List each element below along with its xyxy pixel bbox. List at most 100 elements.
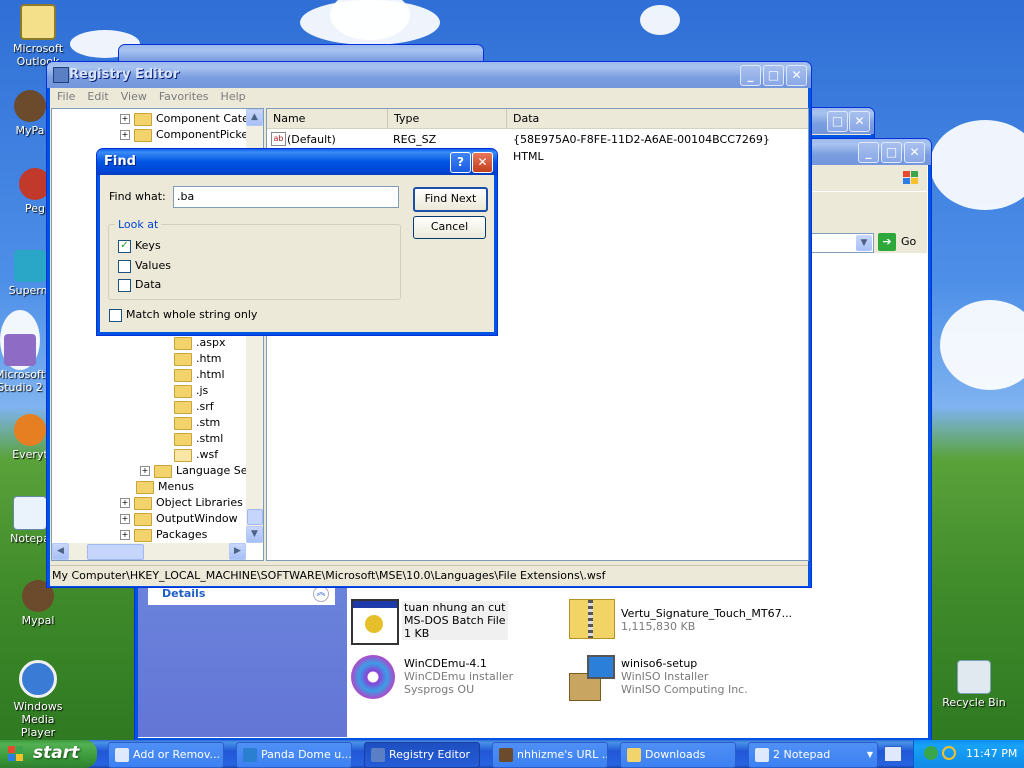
folder-icon [136, 480, 154, 494]
tree-item[interactable]: + Packages [120, 528, 207, 544]
desktop-icon-outlook[interactable]: Microsoft Outlook [3, 4, 73, 68]
tree-item[interactable]: .htm [174, 352, 222, 368]
tree-item[interactable]: + OutputWindow [120, 512, 238, 528]
file-item[interactable]: Vertu_Signature_Touch_MT67... 1,115,830 … [567, 599, 797, 647]
expand-icon[interactable]: + [120, 114, 130, 124]
column-header-name[interactable]: Name [267, 109, 388, 129]
clock[interactable]: 11:47 PM [966, 747, 1017, 760]
string-value-icon: ab [271, 132, 286, 146]
status-path: My Computer\HKEY_LOCAL_MACHINE\SOFTWARE\… [52, 569, 606, 582]
dialog-title: Find [104, 154, 136, 169]
regedit-icon [53, 67, 69, 83]
keys-checkbox[interactable]: ✓ Keys [118, 239, 161, 253]
tree-item[interactable]: .stml [174, 432, 223, 448]
system-tray: 11:47 PM [913, 740, 1024, 768]
scroll-thumb[interactable] [247, 509, 263, 525]
minimize-button[interactable]: _ [740, 65, 761, 86]
file-name: WinCDEmu-4.1 [404, 657, 487, 670]
window-title: Registry Editor [69, 67, 180, 82]
expand-icon[interactable]: + [120, 530, 130, 540]
tree-item[interactable]: Menus [136, 480, 194, 496]
menu-favorites[interactable]: Favorites [153, 88, 215, 103]
collapse-icon[interactable]: ︽ [313, 586, 329, 602]
go-arrow-icon[interactable]: ➔ [878, 233, 896, 251]
file-size: 1 KB [404, 627, 430, 640]
desktop-icon-studio[interactable]: Microsoft Studio 2 [0, 334, 50, 394]
menu-view[interactable]: View [115, 88, 153, 103]
taskbar-button-downloads[interactable]: Downloads [620, 742, 736, 768]
scroll-down-icon[interactable]: ▼ [246, 526, 263, 543]
menu-help[interactable]: Help [215, 88, 252, 103]
scroll-right-icon[interactable]: ▶ [229, 543, 246, 560]
tree-item-selected[interactable]: .wsf [174, 448, 218, 464]
chevron-down-icon: ▼ [866, 750, 873, 759]
tree-item[interactable]: + ComponentPickerF [120, 128, 259, 144]
expand-icon[interactable]: + [120, 498, 130, 508]
cloud [640, 5, 680, 35]
tree-item[interactable]: + Language Serv [140, 464, 259, 480]
scroll-up-icon[interactable]: ▲ [246, 109, 263, 126]
keyboard-icon[interactable] [884, 746, 902, 762]
desktop-icon-media-player[interactable]: Windows Media Player [3, 660, 73, 739]
find-next-button[interactable]: Find Next [413, 187, 488, 212]
find-dialog: Find ? ✕ Find what: .ba Find Next Cancel… [96, 148, 498, 336]
values-checkbox[interactable]: Values [118, 259, 171, 273]
folder-icon [174, 432, 192, 446]
data-checkbox[interactable]: Data [118, 278, 161, 292]
close-button[interactable]: ✕ [904, 142, 925, 163]
taskbar: start Add or Remov... Panda Dome u... Re… [0, 740, 1024, 768]
go-button[interactable]: Go [901, 235, 916, 248]
scroll-thumb[interactable] [87, 544, 144, 560]
control-panel-icon [115, 748, 129, 762]
taskbar-button-url[interactable]: nhhizme's URL ... [492, 742, 608, 768]
close-button[interactable]: ✕ [786, 65, 807, 86]
tree-item[interactable]: .aspx [174, 336, 225, 352]
taskbar-button-add-remove[interactable]: Add or Remov... [108, 742, 224, 768]
tree-item[interactable]: .srf [174, 400, 214, 416]
windows-flag-icon [8, 746, 24, 762]
expand-icon[interactable]: + [120, 514, 130, 524]
close-button[interactable]: ✕ [472, 152, 493, 173]
maximize-button[interactable]: □ [827, 111, 848, 132]
taskbar-button-panda[interactable]: Panda Dome u... [236, 742, 352, 768]
find-what-input[interactable]: .ba [173, 186, 399, 208]
menu-edit[interactable]: Edit [81, 88, 114, 103]
desktop-icon-recycle-bin[interactable]: Recycle Bin [939, 660, 1009, 709]
file-item[interactable]: winiso6-setup WinISO Installer WinISO Co… [567, 655, 787, 703]
cancel-button[interactable]: Cancel [413, 216, 486, 239]
scroll-left-icon[interactable]: ◀ [52, 543, 69, 560]
tree-item[interactable]: + Object Libraries [120, 496, 243, 512]
maximize-button[interactable]: □ [881, 142, 902, 163]
taskbar-button-notepad-group[interactable]: 2 Notepad ▼ [748, 742, 878, 768]
checkmark-icon: ✓ [118, 239, 131, 253]
close-button[interactable]: ✕ [849, 111, 870, 132]
maximize-button[interactable]: □ [763, 65, 784, 86]
tree-item[interactable]: .stm [174, 416, 220, 432]
look-at-label: Look at [115, 218, 162, 231]
tree-item[interactable]: .js [174, 384, 208, 400]
expand-icon[interactable]: + [140, 466, 150, 476]
match-whole-string-checkbox[interactable]: Match whole string only [109, 308, 257, 322]
tree-horizontal-scrollbar[interactable]: ◀ ▶ [52, 543, 246, 560]
help-button[interactable]: ? [450, 152, 471, 173]
menu-file[interactable]: File [51, 88, 81, 103]
file-item[interactable]: WinCDEmu-4.1 WinCDEmu installer Sysprogs… [351, 655, 551, 703]
notepad-icon [13, 496, 47, 530]
tree-item[interactable]: + Component Categ [120, 112, 256, 128]
chevron-down-icon[interactable]: ▼ [856, 235, 872, 251]
registry-editor-titlebar[interactable]: Registry Editor _ □ ✕ [47, 62, 811, 88]
find-dialog-titlebar[interactable]: Find ? ✕ [97, 149, 497, 175]
network-icon[interactable] [924, 746, 938, 760]
search-icon[interactable] [942, 746, 956, 760]
file-item[interactable]: tuan nhung an cut MS-DOS Batch File 1 KB [351, 599, 531, 647]
start-button[interactable]: start [0, 740, 97, 768]
column-header-type[interactable]: Type [388, 109, 507, 129]
value-row[interactable]: ab (Default) REG_SZ {58E975A0-F8FE-11D2-… [271, 132, 770, 148]
expand-icon[interactable]: + [120, 130, 130, 140]
tree-item[interactable]: .html [174, 368, 225, 384]
minimize-button[interactable]: _ [858, 142, 879, 163]
taskbar-button-regedit[interactable]: Registry Editor [364, 742, 480, 768]
file-type: WinCDEmu installer [404, 670, 514, 683]
column-header-data[interactable]: Data [507, 109, 808, 129]
folder-icon [174, 336, 192, 350]
